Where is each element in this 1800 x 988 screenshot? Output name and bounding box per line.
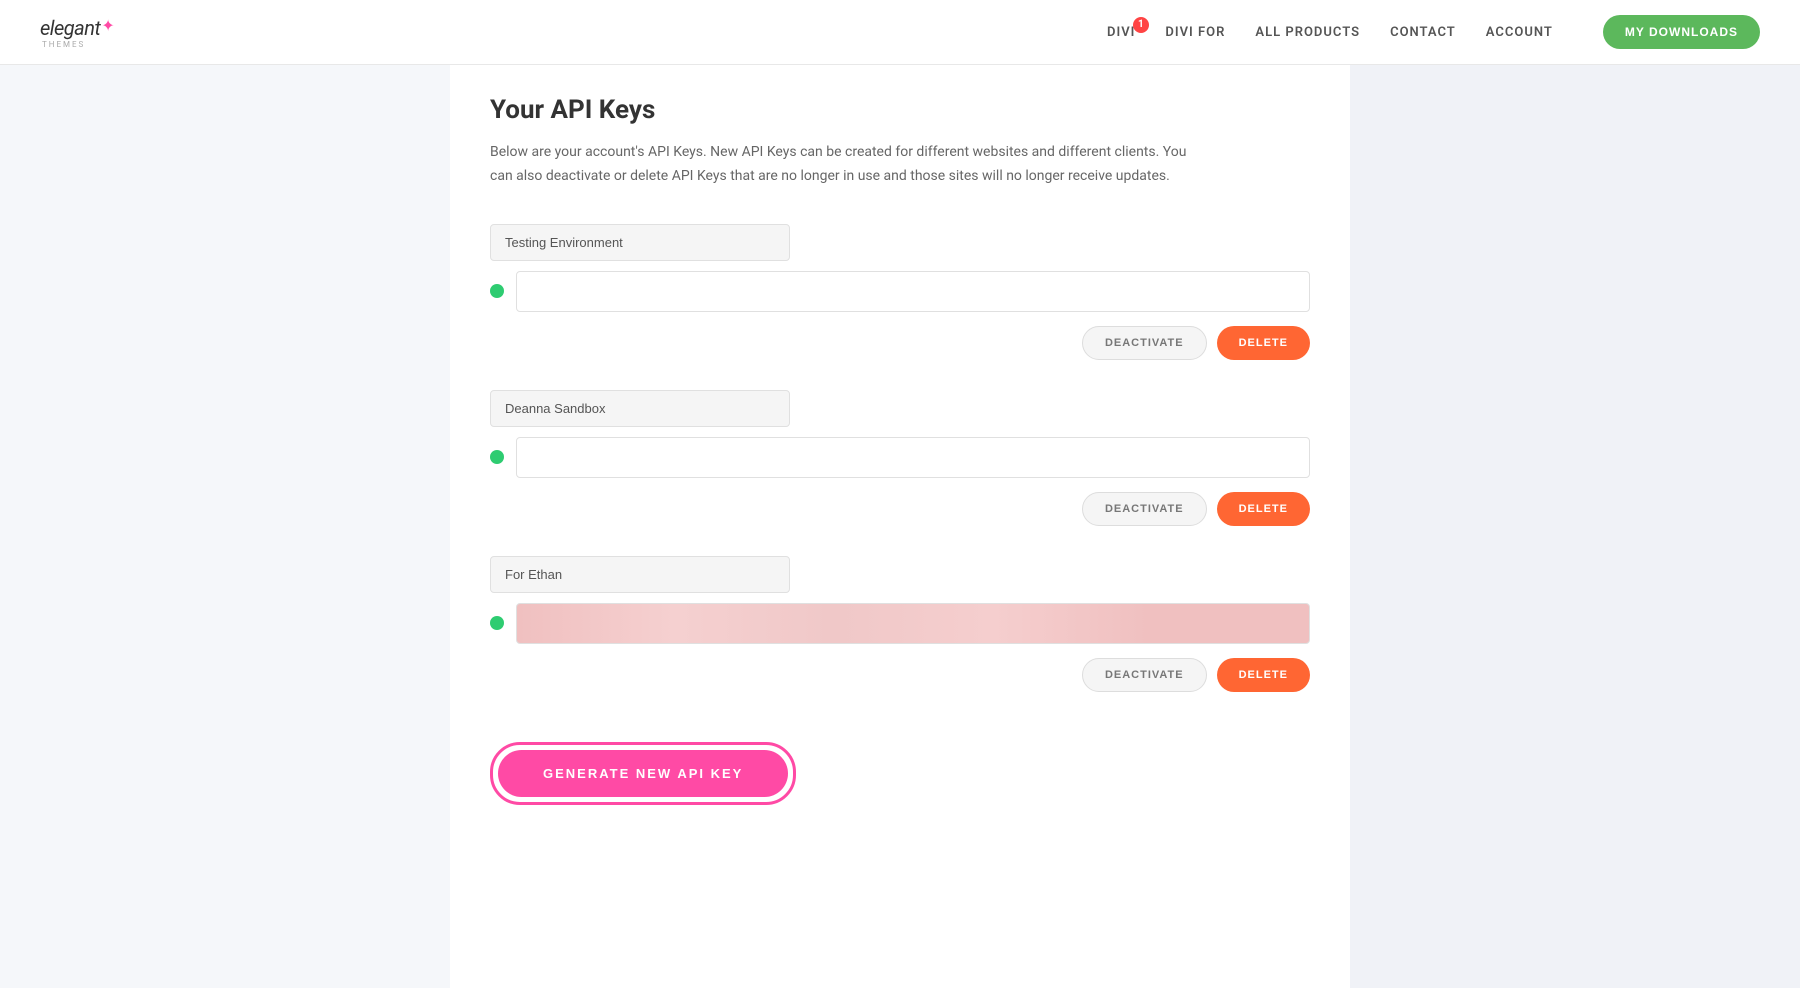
api-key-label-input-2[interactable] (490, 390, 790, 427)
api-key-section-1: DEACTIVATE DELETE (490, 224, 1310, 360)
deactivate-button-1[interactable]: DEACTIVATE (1082, 326, 1207, 360)
logo-subtitle: themes (42, 40, 85, 49)
logo-area: elegant ✦ themes (40, 16, 115, 49)
logo: elegant ✦ themes (40, 16, 115, 49)
api-key-section-3: DEACTIVATE DELETE (490, 556, 1310, 692)
nav-item-divi[interactable]: DIVI 1 (1107, 25, 1135, 40)
nav-item-all-products[interactable]: ALL PRODUCTS (1255, 25, 1360, 40)
page-description: Below are your account's API Keys. New A… (490, 141, 1210, 189)
api-key-row-3 (490, 603, 1310, 644)
api-key-value-input-1[interactable] (516, 271, 1310, 312)
generate-button-wrapper: GENERATE NEW API KEY (490, 742, 796, 805)
nav-item-account[interactable]: ACCOUNT (1486, 25, 1553, 40)
delete-button-3[interactable]: DELETE (1217, 658, 1310, 692)
logo-star-icon: ✦ (101, 16, 114, 35)
actions-row-1: DEACTIVATE DELETE (490, 326, 1310, 360)
my-downloads-button[interactable]: MY DOWNLOADS (1603, 15, 1760, 49)
api-key-label-row-3 (490, 556, 1310, 593)
nav-item-divi-for[interactable]: DIVI FOR (1165, 25, 1225, 40)
nav-item-contact[interactable]: CONTACT (1390, 25, 1456, 40)
page-title: Your API Keys (490, 95, 1310, 125)
api-key-row-2 (490, 437, 1310, 478)
main-content: Your API Keys Below are your account's A… (450, 65, 1350, 988)
divi-badge: 1 (1133, 17, 1149, 33)
api-key-label-row-1 (490, 224, 1310, 261)
api-key-label-row-2 (490, 390, 1310, 427)
actions-row-3: DEACTIVATE DELETE (490, 658, 1310, 692)
status-dot-2 (490, 450, 504, 464)
status-dot-1 (490, 284, 504, 298)
delete-button-1[interactable]: DELETE (1217, 326, 1310, 360)
status-dot-3 (490, 616, 504, 630)
generate-new-api-key-button[interactable]: GENERATE NEW API KEY (498, 750, 788, 797)
api-key-value-input-3[interactable] (516, 603, 1310, 644)
api-key-row-1 (490, 271, 1310, 312)
deactivate-button-3[interactable]: DEACTIVATE (1082, 658, 1207, 692)
api-key-value-input-2[interactable] (516, 437, 1310, 478)
logo-name: elegant (40, 16, 100, 40)
actions-row-2: DEACTIVATE DELETE (490, 492, 1310, 526)
api-key-label-input-1[interactable] (490, 224, 790, 261)
main-nav: DIVI 1 DIVI FOR ALL PRODUCTS CONTACT ACC… (1107, 15, 1760, 49)
api-key-label-input-3[interactable] (490, 556, 790, 593)
deactivate-button-2[interactable]: DEACTIVATE (1082, 492, 1207, 526)
api-key-section-2: DEACTIVATE DELETE (490, 390, 1310, 526)
generate-area: GENERATE NEW API KEY (490, 722, 1310, 825)
delete-button-2[interactable]: DELETE (1217, 492, 1310, 526)
main-header: elegant ✦ themes DIVI 1 DIVI FOR ALL PRO… (0, 0, 1800, 65)
